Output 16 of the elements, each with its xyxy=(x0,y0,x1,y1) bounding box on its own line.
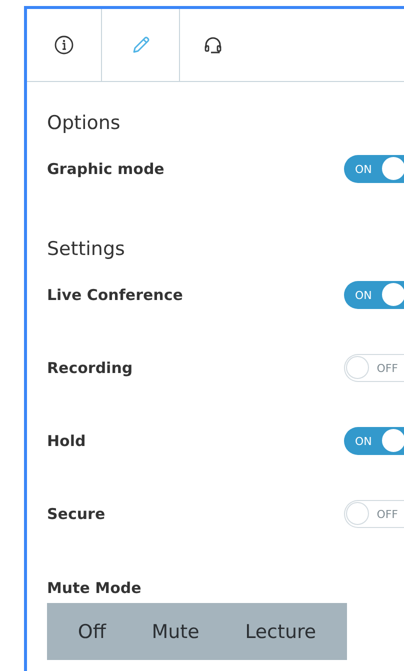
mute-mode-label: Mute Mode xyxy=(47,578,142,598)
setting-label: Live Conference xyxy=(47,286,183,304)
toggle-switch[interactable]: ON xyxy=(344,281,404,309)
toggle-switch[interactable]: ON xyxy=(344,155,404,183)
setting-label: Secure xyxy=(47,505,106,523)
section-heading: Options xyxy=(47,111,122,136)
setting-label: Recording xyxy=(47,359,133,377)
setting-label: Hold xyxy=(47,432,86,450)
section-heading: Settings xyxy=(47,237,126,262)
toggle-switch[interactable]: OFF xyxy=(344,354,404,382)
mute-mode-option[interactable]: Off xyxy=(72,616,112,646)
toggle-switch[interactable]: OFF xyxy=(344,500,404,528)
setting-label: Graphic mode xyxy=(47,160,164,178)
toggle-switch[interactable]: ON xyxy=(344,427,404,455)
mute-mode-option[interactable]: Mute xyxy=(146,616,206,646)
mute-mode-option[interactable]: Lecture xyxy=(239,616,322,646)
